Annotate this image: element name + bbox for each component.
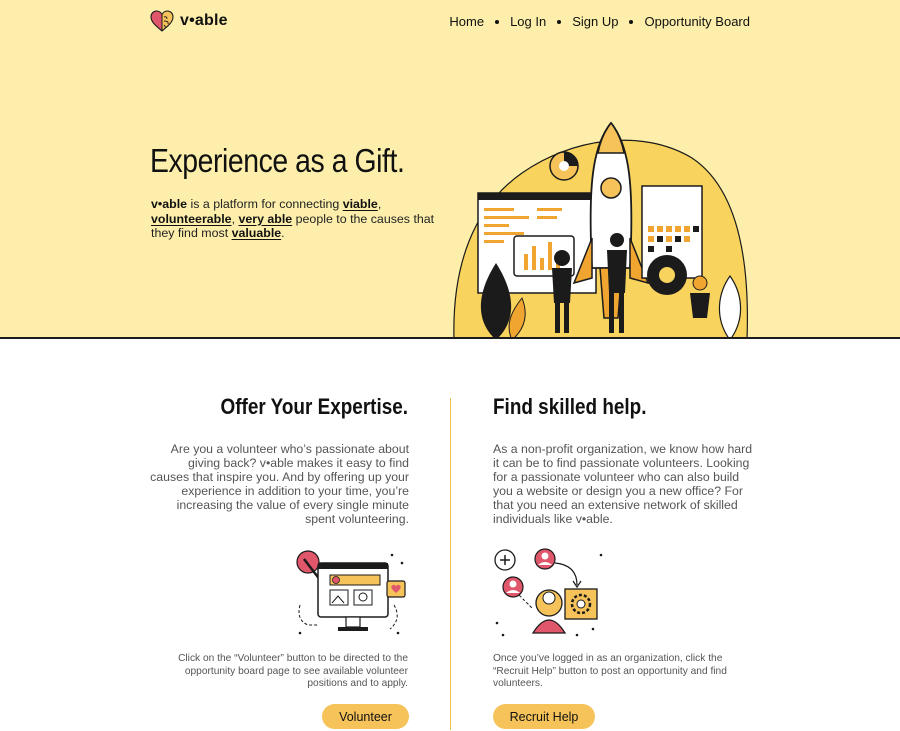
link-valuable[interactable]: valuable xyxy=(232,226,282,240)
desc-text: . xyxy=(281,226,285,240)
heart-brain-icon xyxy=(150,10,174,32)
rocket-team-illustration xyxy=(453,121,748,337)
link-volunteerable[interactable]: volunteerable xyxy=(151,212,232,226)
hero-title: Experience as a Gift. xyxy=(150,142,405,179)
link-viable[interactable]: viable xyxy=(343,197,378,211)
hero-section: v•able Home Log In Sign Up Opportunity B… xyxy=(0,0,900,339)
logo-text: v•able xyxy=(180,12,228,29)
column-divider xyxy=(450,398,451,730)
volunteer-title: Offer Your Expertise. xyxy=(220,394,408,419)
recruit-help-button[interactable]: Recruit Help xyxy=(493,704,595,729)
computer-volunteer-illustration xyxy=(296,550,406,635)
nav-log-in[interactable]: Log In xyxy=(510,14,546,29)
nav-separator xyxy=(557,19,562,24)
link-very-able[interactable]: very able xyxy=(238,212,292,226)
nav-home[interactable]: Home xyxy=(449,14,484,29)
volunteer-description: Are you a volunteer who’s passionate abo… xyxy=(150,442,409,526)
volunteer-instructions: Click on the “Volunteer” button to be di… xyxy=(178,653,408,690)
desc-text: is a platform for connecting xyxy=(187,197,343,211)
main-nav: Home Log In Sign Up Opportunity Board xyxy=(449,14,750,29)
organization-title: Find skilled help. xyxy=(493,394,647,419)
brand-name: v•able xyxy=(151,197,188,211)
logo[interactable]: v•able xyxy=(150,10,228,32)
volunteer-button[interactable]: Volunteer xyxy=(322,704,409,729)
nav-separator xyxy=(495,19,500,24)
hero-description: v•able is a platform for connecting viab… xyxy=(151,197,436,241)
desc-text: , xyxy=(377,197,382,211)
nav-opportunity-board[interactable]: Opportunity Board xyxy=(644,14,750,29)
nav-separator xyxy=(629,19,634,24)
network-people-illustration xyxy=(494,548,603,637)
organization-description: As a non-profit organization, we know ho… xyxy=(493,442,753,526)
nav-sign-up[interactable]: Sign Up xyxy=(572,14,618,29)
organization-instructions: Once you’ve logged in as an organization… xyxy=(493,653,727,690)
